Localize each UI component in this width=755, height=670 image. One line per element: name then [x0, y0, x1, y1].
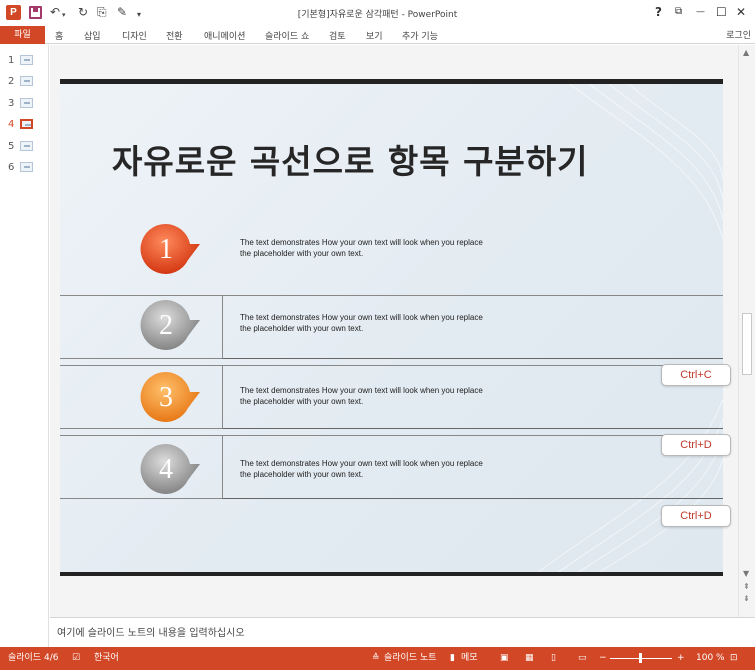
fit-slide-icon[interactable]: ⊡	[730, 652, 738, 664]
status-bar: 슬라이드 4/6 ☑ 한국어 ≙ 슬라이드 노트 ▮ 메모 ▣ ▦ ▯ ▭ − …	[0, 647, 755, 670]
thumbnail-number: 6	[8, 161, 15, 173]
notes-toggle-button[interactable]: 슬라이드 노트	[384, 652, 437, 664]
tab-transitions[interactable]: 전환	[166, 29, 183, 42]
shortcut-label-duplicate-2: Ctrl+D	[661, 505, 731, 527]
slide-preview-icon	[20, 119, 33, 129]
slide-sorter-icon[interactable]: ▦	[525, 652, 534, 664]
tab-insert[interactable]: 삽입	[84, 29, 101, 42]
item-text-line: The text demonstrates How your own text …	[240, 459, 483, 468]
item-text-line: The text demonstrates How your own text …	[240, 313, 483, 322]
thumbnail-number: 3	[8, 97, 15, 109]
ribbon-display-options-button[interactable]: ⧉	[675, 5, 682, 19]
scroll-down-icon[interactable]: ▼	[743, 569, 749, 578]
slide-thumbnail-4[interactable]: 4	[8, 116, 33, 132]
slide-thumbnail-2[interactable]: 2	[8, 73, 33, 89]
zoom-out-button[interactable]: −	[599, 652, 607, 664]
tab-design[interactable]: 디자인	[122, 29, 147, 42]
thumbnail-number: 2	[8, 75, 15, 87]
slide-preview-icon	[20, 98, 33, 108]
tab-addins[interactable]: 추가 기능	[402, 29, 438, 42]
tab-slideshow[interactable]: 슬라이드 쇼	[265, 29, 309, 42]
tab-view[interactable]: 보기	[366, 29, 383, 42]
zoom-slider-knob[interactable]	[639, 653, 642, 663]
maximize-button[interactable]: ☐	[716, 5, 727, 19]
next-slide-icon[interactable]: ⇟	[743, 594, 750, 603]
top-bar	[60, 79, 723, 84]
number-bubble-3[interactable]: 3	[138, 369, 200, 425]
item-text-3[interactable]: The text demonstrates How your own text …	[240, 385, 540, 407]
slide-title[interactable]: 자유로운 곡선으로 항목 구분하기	[112, 135, 589, 183]
minimize-button[interactable]: —	[696, 5, 705, 19]
slide-thumbnail-6[interactable]: 6	[8, 159, 33, 175]
tab-file[interactable]: 파일	[0, 26, 45, 44]
item-text-line: The text demonstrates How your own text …	[240, 238, 483, 247]
item-text-4[interactable]: The text demonstrates How your own text …	[240, 458, 540, 480]
current-slide[interactable]: 자유로운 곡선으로 항목 구분하기 1 The text demonstrate…	[60, 79, 723, 576]
scroll-up-icon[interactable]: ▲	[743, 48, 749, 57]
slide-thumbnail-5[interactable]: 5	[8, 138, 33, 154]
ribbon-tab-bar: 파일 홈 삽입 디자인 전환 애니메이션 슬라이드 쇼 검토 보기 추가 기능 …	[0, 26, 755, 44]
thumbnail-number: 1	[8, 54, 15, 66]
title-bar: P ↶ ▾ ↻ ⎘ ✎ ▾ [기본형]자유로운 삼각패턴 - PowerPoin…	[0, 0, 755, 26]
comments-icon[interactable]: ▮	[450, 652, 455, 664]
item-text-line: the placeholder with your own text.	[240, 397, 364, 406]
slide-editing-area: 자유로운 곡선으로 항목 구분하기 1 The text demonstrate…	[50, 45, 738, 617]
slide-thumbnail-3[interactable]: 3	[8, 95, 33, 111]
spell-check-icon[interactable]: ☑	[72, 652, 80, 664]
item-text-1[interactable]: The text demonstrates How your own text …	[240, 237, 540, 259]
shortcut-label-copy: Ctrl+C	[661, 364, 731, 386]
slide-preview-icon	[20, 76, 33, 86]
bubble-number: 4	[159, 454, 173, 485]
language-indicator[interactable]: 한국어	[94, 652, 119, 664]
window-title: [기본형]자유로운 삼각패턴 - PowerPoint	[297, 10, 458, 20]
thumbnail-number: 5	[8, 140, 15, 152]
comments-button[interactable]: 메모	[461, 652, 478, 664]
notes-toggle-icon[interactable]: ≙	[372, 652, 380, 664]
bubble-number: 2	[159, 310, 173, 341]
bubble-number: 3	[159, 382, 173, 413]
thumbnail-number: 4	[8, 118, 15, 130]
login-link[interactable]: 로그인	[726, 28, 751, 41]
close-button[interactable]: ✕	[736, 5, 746, 19]
number-bubble-2[interactable]: 2	[138, 297, 200, 353]
scrollbar-thumb[interactable]	[742, 313, 752, 375]
bubble-number: 1	[159, 234, 173, 265]
number-bubble-1[interactable]: 1	[138, 221, 200, 277]
reading-view-icon[interactable]: ▯	[551, 652, 556, 664]
item-text-line: the placeholder with your own text.	[240, 470, 364, 479]
tab-home[interactable]: 홈	[55, 29, 63, 42]
slideshow-icon[interactable]: ▭	[578, 652, 587, 664]
item-text-2[interactable]: The text demonstrates How your own text …	[240, 312, 540, 334]
slide-thumbnail-1[interactable]: 1	[8, 52, 33, 68]
slide-counter: 슬라이드 4/6	[8, 653, 59, 663]
item-text-line: the placeholder with your own text.	[240, 249, 364, 258]
slide-preview-icon	[20, 141, 33, 151]
previous-slide-icon[interactable]: ⇞	[743, 582, 750, 591]
zoom-level[interactable]: 100 %	[696, 652, 725, 664]
slide-preview-icon	[20, 162, 33, 172]
slide-thumbnail-pane: 1 2 3 4 5 6	[0, 45, 49, 647]
zoom-in-button[interactable]: +	[677, 652, 685, 664]
help-button[interactable]: ?	[655, 5, 662, 19]
notes-pane[interactable]: 여기에 슬라이드 노트의 내용을 입력하십시오	[50, 617, 755, 647]
notes-placeholder[interactable]: 여기에 슬라이드 노트의 내용을 입력하십시오	[57, 624, 245, 639]
vertical-scrollbar[interactable]: ▲ ▼ ⇞ ⇟	[738, 45, 755, 617]
number-bubble-4[interactable]: 4	[138, 441, 200, 497]
normal-view-icon[interactable]: ▣	[500, 652, 509, 664]
item-text-line: The text demonstrates How your own text …	[240, 386, 483, 395]
tab-animations[interactable]: 애니메이션	[204, 29, 245, 42]
slide-preview-icon	[20, 55, 33, 65]
tab-review[interactable]: 검토	[329, 29, 346, 42]
bottom-bar	[60, 572, 723, 576]
shortcut-label-duplicate: Ctrl+D	[661, 434, 731, 456]
item-text-line: the placeholder with your own text.	[240, 324, 364, 333]
